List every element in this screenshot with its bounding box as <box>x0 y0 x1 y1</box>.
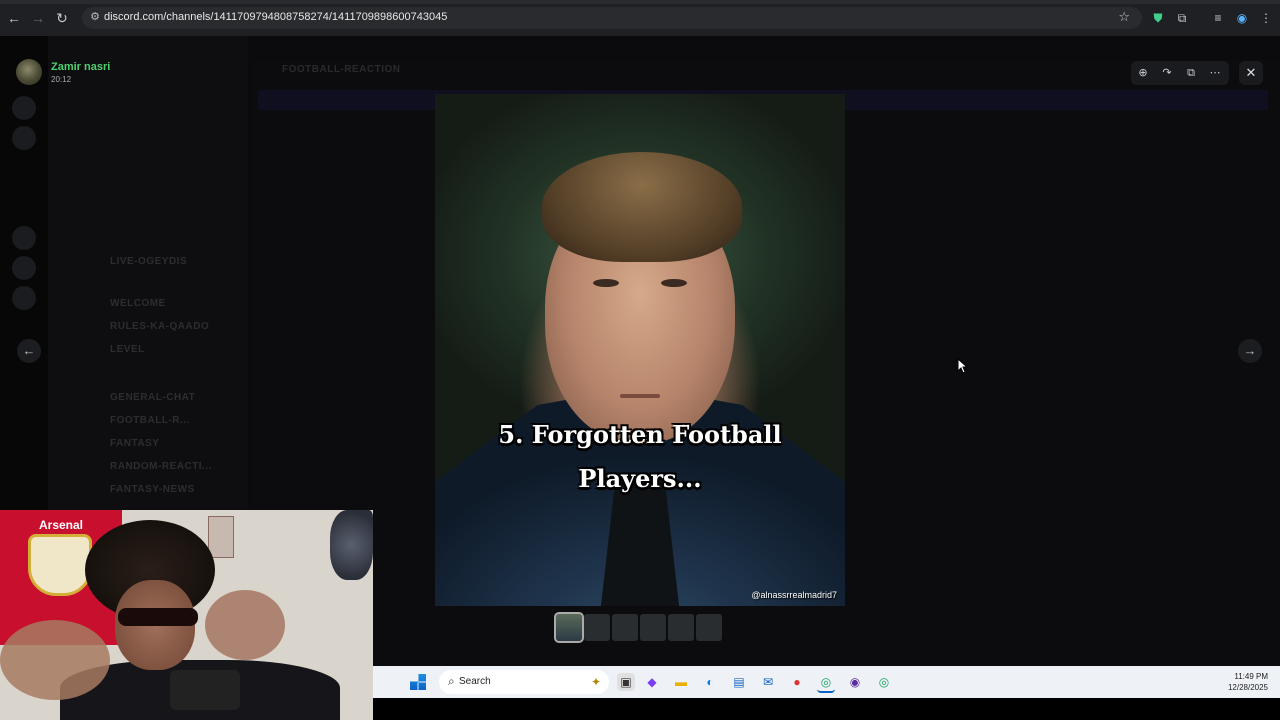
next-image-button[interactable]: → <box>1238 339 1262 363</box>
channel-item[interactable]: LEVEL <box>110 344 145 355</box>
image-watermark: @alnassrrealmadrid7 <box>751 590 837 600</box>
microphone <box>170 670 240 710</box>
file-explorer-icon[interactable]: ▬ <box>672 673 690 691</box>
channel-item[interactable]: RULES-KA-QAADO <box>110 321 209 332</box>
avatar[interactable] <box>16 59 42 85</box>
tab-strip <box>0 0 1280 4</box>
mouth-graphic <box>620 394 660 398</box>
server-icon[interactable] <box>12 126 36 150</box>
eye-graphic <box>661 279 687 287</box>
channel-item[interactable]: FOOTBALL-R... <box>110 415 190 426</box>
media-image[interactable]: 5. Forgotten Football Players... @alnass… <box>435 94 845 606</box>
crest-icon <box>28 534 92 596</box>
upload-time: 20:12 <box>51 75 72 84</box>
search-label: Search <box>459 676 491 687</box>
channel-item[interactable]: FANTASY-NEWS <box>110 484 195 495</box>
start-windows-icon[interactable] <box>410 674 426 690</box>
thumbnail[interactable] <box>640 614 666 641</box>
channel-title: FOOTBALL-REACTION <box>282 64 401 75</box>
image-caption-line2: Players... <box>578 464 702 493</box>
webcam-overlay: Arsenal <box>0 510 373 720</box>
open-external-icon[interactable]: ⧉ <box>1183 65 1199 81</box>
eye-graphic <box>593 279 619 287</box>
server-icon[interactable] <box>12 226 36 250</box>
channel-item[interactable]: RANDOM-REACTI... <box>110 461 212 472</box>
more-options-icon[interactable]: ⋯ <box>1207 65 1223 81</box>
previous-image-button[interactable]: ← <box>17 339 41 363</box>
forward-share-icon[interactable]: ↷ <box>1159 65 1175 81</box>
thumbnail[interactable] <box>612 614 638 641</box>
thumbnail[interactable] <box>696 614 722 641</box>
copilot-icon[interactable]: ◆ <box>643 673 661 691</box>
zoom-icon[interactable]: ⊕ <box>1135 65 1151 81</box>
media-control-icon[interactable]: ≡ <box>1210 10 1226 26</box>
streamer-hand <box>205 590 285 660</box>
clock-date: 12/28/2025 <box>1227 683 1268 692</box>
reload-icon[interactable]: ↻ <box>54 10 70 26</box>
thumbnail[interactable] <box>584 614 610 641</box>
outlook-icon[interactable]: ✉ <box>759 673 777 691</box>
browser-toolbar: ← → ↻ ⚙ discord.com/channels/14117097948… <box>0 0 1280 37</box>
close-icon[interactable]: ✕ <box>1239 61 1263 85</box>
server-icon[interactable] <box>12 286 36 310</box>
chrome-profile-icon[interactable]: ◎ <box>875 673 893 691</box>
task-view-icon[interactable]: ▣ <box>617 673 635 691</box>
obs-icon[interactable]: ◉ <box>846 673 864 691</box>
taskbar-search[interactable]: ⌕ Search <box>439 670 609 694</box>
store-icon[interactable]: ▤ <box>730 673 748 691</box>
channel-item[interactable]: WELCOME <box>110 298 166 309</box>
sunglasses <box>118 608 198 626</box>
extensions-puzzle-icon[interactable]: ⧉ <box>1174 10 1190 26</box>
clock-time: 11:49 PM <box>1234 672 1268 681</box>
wall-decoration <box>330 510 373 580</box>
site-info-icon[interactable]: ⚙ <box>88 10 102 24</box>
server-icon[interactable] <box>12 256 36 280</box>
back-icon[interactable]: ← <box>6 10 22 26</box>
widget-icon[interactable]: ✦ <box>587 673 605 691</box>
app-icon[interactable]: ● <box>788 673 806 691</box>
bookmark-star-icon[interactable]: ☆ <box>1118 9 1130 25</box>
taskbar: ⌕ Search ✦ ▣ ◆ ▬ ◐ ▤ ✉ ● ◎ ◉ ◎ 11:49 PM … <box>373 666 1280 698</box>
profile-icon[interactable]: ◉ <box>1234 10 1250 26</box>
thumbnail[interactable] <box>668 614 694 641</box>
hair-graphic <box>542 152 742 262</box>
extension-shield-icon[interactable]: ⛊ <box>1150 10 1166 26</box>
mouse-cursor-icon <box>957 358 969 374</box>
viewer-toolbar: ⊕ ↷ ⧉ ⋯ <box>1131 61 1229 85</box>
url-text[interactable]: discord.com/channels/1411709794808758274… <box>104 11 447 23</box>
image-caption-line1: 5. Forgotten Football <box>498 420 782 449</box>
thumbnail[interactable] <box>554 612 584 643</box>
uploader-name[interactable]: Zamir nasri <box>51 61 110 73</box>
channel-item[interactable]: LIVE-OGEYDIS <box>110 256 187 267</box>
forward-icon[interactable]: → <box>30 10 46 26</box>
address-bar[interactable]: ⚙ discord.com/channels/14117097948087582… <box>82 7 1142 29</box>
channel-item[interactable]: FANTASY <box>110 438 159 449</box>
browser-menu-icon[interactable]: ⋮ <box>1258 10 1274 26</box>
flag-text: Arsenal <box>38 518 84 532</box>
wall-poster <box>208 516 234 558</box>
chrome-icon[interactable]: ◎ <box>817 673 835 693</box>
channel-item[interactable]: GENERAL-CHAT <box>110 392 195 403</box>
search-icon: ⌕ <box>448 674 455 688</box>
server-icon[interactable] <box>12 96 36 120</box>
edge-icon[interactable]: ◐ <box>701 673 719 691</box>
system-clock[interactable]: 11:49 PM 12/28/2025 <box>1228 671 1268 693</box>
streamer-hand <box>0 620 110 700</box>
